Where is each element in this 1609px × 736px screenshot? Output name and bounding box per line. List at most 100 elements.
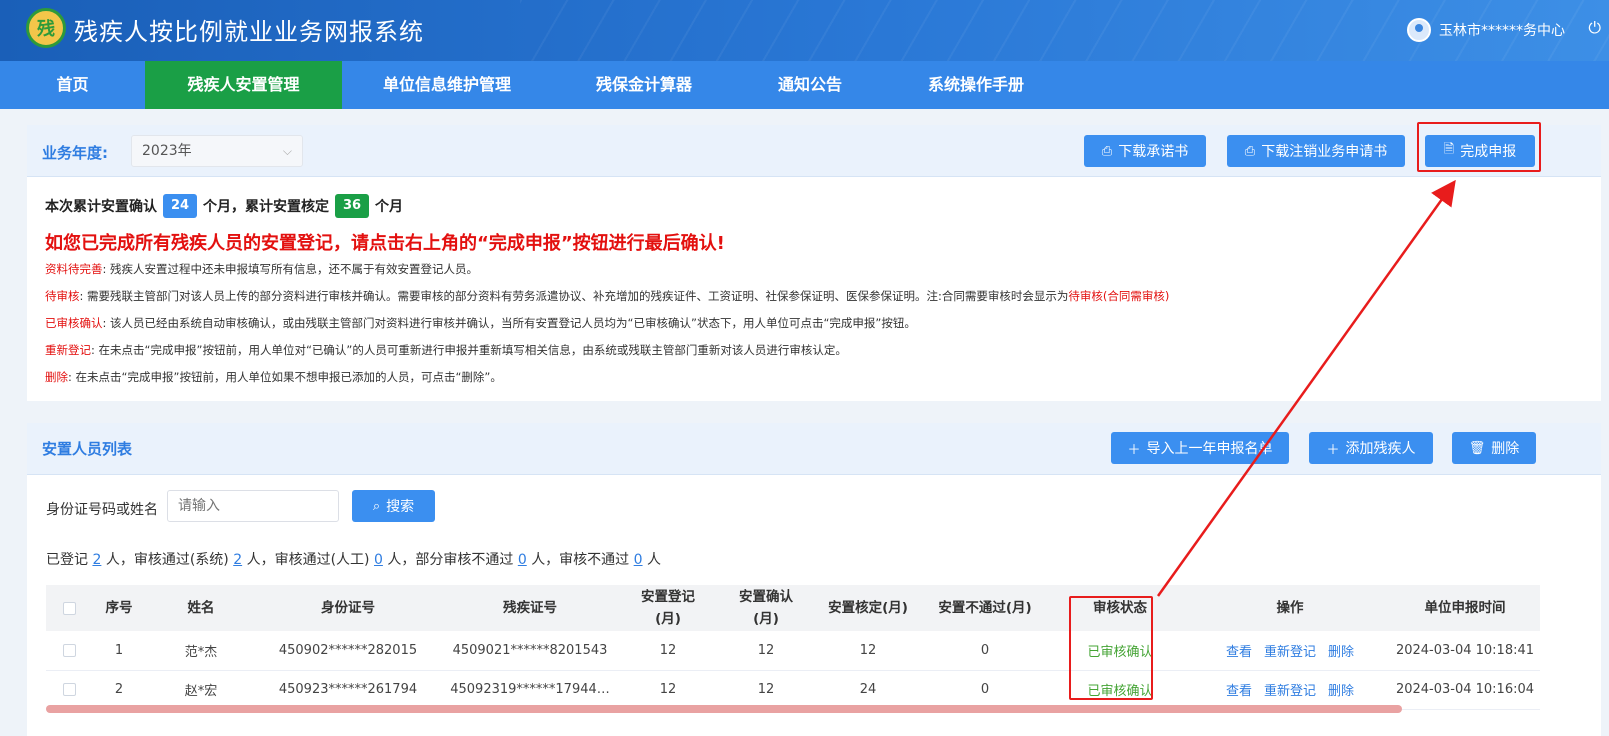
verified-months-badge: 36 (335, 194, 369, 218)
power-icon[interactable]: ⏻ (1588, 18, 1601, 38)
nav-placement-management[interactable]: 残疾人安置管理 (145, 61, 342, 109)
download-promise-button[interactable]: ⎙ 下载承诺书 (1084, 135, 1206, 167)
note-tag: 资料待完善 (45, 262, 103, 276)
confirm-months-badge: 24 (163, 194, 197, 218)
horizontal-scrollbar[interactable] (46, 705, 1402, 713)
app-header: 残 残疾人按比例就业业务网报系统 (0, 0, 1609, 61)
user-avatar-icon (1407, 18, 1431, 42)
note-tag: 删除 (45, 370, 68, 384)
stats-text: 已登记 (46, 552, 88, 568)
col-id: 身份证号 (321, 600, 375, 616)
delete-button[interactable]: 🗑 删除 (1452, 432, 1536, 464)
stats-passed-system-count[interactable]: 2 (233, 552, 242, 568)
stats-passed-manual-count[interactable]: 0 (374, 552, 383, 568)
note-reregister: 重新登记: 在未点击“完成申报”按钮前，用人单位对“已确认”的人员可重新进行申报… (45, 340, 1583, 361)
table-header-row: 序号 姓名 身份证号 残疾证号 安置登记 (月) 安置确认 (月) 安置核定(月… (46, 585, 1540, 631)
view-link[interactable]: 查看 (1226, 684, 1252, 699)
reregister-link[interactable]: 重新登记 (1264, 684, 1316, 699)
cell-verify: 24 (859, 682, 877, 697)
year-value: 2023年 (142, 143, 192, 159)
col-status: 审核状态 (1093, 600, 1147, 616)
stats-partial-failed-count[interactable]: 0 (518, 552, 527, 568)
row-checkbox[interactable] (62, 643, 76, 657)
printer-icon: ⎙ (1101, 143, 1113, 159)
year-select[interactable]: 2023年 ⌵ (131, 135, 303, 167)
table-row: 1 范*杰 450902******282015 4509021******82… (46, 631, 1540, 670)
cell-seq: 1 (114, 642, 124, 658)
cell-disability-id: 4509021******8201543 (452, 642, 608, 658)
note-text: : 需要残联主管部门对该人员上传的部分资料进行审核并确认。需要审核的部分资料有劳… (79, 289, 1069, 303)
cell-status: 已审核确认 (1087, 644, 1153, 660)
view-link[interactable]: 查看 (1226, 645, 1252, 660)
main-nav: 首页 残疾人安置管理 单位信息维护管理 残保金计算器 通知公告 系统操作手册 (0, 61, 1609, 109)
cell-reg: 12 (659, 682, 677, 697)
cell-ops: 查看 重新登记 删除 (1190, 670, 1390, 709)
nav-manual[interactable]: 系统操作手册 (884, 61, 1068, 109)
info-section: 本次累计安置确认 24 个月，累计安置核定 36 个月 如您已完成所有残疾人员的… (27, 177, 1601, 388)
list-title: 安置人员列表 (42, 440, 133, 458)
search-button-label: 搜索 (386, 499, 415, 515)
delete-link[interactable]: 删除 (1328, 645, 1354, 660)
stats-failed-count[interactable]: 0 (634, 552, 643, 568)
user-menu[interactable]: 玉林市******务中心 (1407, 18, 1565, 42)
cell-confirm: 12 (757, 642, 775, 658)
stats-registered-count[interactable]: 2 (92, 552, 101, 568)
col-reg: 安置登记 (月) (641, 589, 695, 627)
download-promise-label: 下载承诺书 (1118, 144, 1189, 160)
note-text: : 在未点击“完成申报”按钮前，用人单位对“已确认”的人员可重新进行申报并重新填… (91, 343, 847, 357)
note-tag: 已审核确认 (45, 316, 103, 330)
complete-submission-button[interactable]: 🗎 完成申报 (1425, 135, 1535, 167)
nav-calculator[interactable]: 残保金计算器 (552, 61, 736, 109)
nav-unit-info[interactable]: 单位信息维护管理 (342, 61, 552, 109)
cell-id: 450902******282015 (278, 642, 418, 658)
placement-list-panel: 安置人员列表 ＋ 导入上一年申报名单 ＋ 添加残疾人 🗑 删除 身份证号码或姓名… (27, 423, 1601, 736)
business-panel: 业务年度: 2023年 ⌵ ⎙ 下载承诺书 ⎙ 下载注销业务申请书 🗎 完成申报… (27, 125, 1601, 401)
row-checkbox[interactable] (62, 683, 76, 696)
col-name: 姓名 (187, 600, 215, 616)
summary-mid: 个月，累计安置核定 (203, 199, 329, 215)
search-label: 身份证号码或姓名 (46, 502, 158, 518)
stats-text: 人，部分审核不通过 (387, 552, 514, 568)
system-title: 残疾人按比例就业业务网报系统 (74, 18, 424, 46)
nav-home[interactable]: 首页 (0, 61, 145, 109)
cell-name: 范*杰 (184, 644, 218, 660)
user-name: 玉林市******务中心 (1439, 23, 1565, 39)
cell-status: 已审核确认 (1087, 684, 1153, 699)
download-cancel-label: 下载注销业务申请书 (1261, 144, 1388, 160)
placement-summary: 本次累计安置确认 24 个月，累计安置核定 36 个月 (45, 193, 1583, 219)
note-incomplete: 资料待完善: 残疾人安置过程中还未申报填写所有信息，还不属于有效安置登记人员。 (45, 259, 1583, 280)
add-disabled-person-button[interactable]: ＋ 添加残疾人 (1309, 432, 1433, 464)
search-button[interactable]: ⌕ 搜索 (352, 490, 435, 522)
note-tag: 重新登记 (45, 343, 91, 357)
cell-time: 2024-03-04 10:18:41 (1395, 642, 1535, 658)
select-all-checkbox[interactable] (62, 601, 76, 615)
cell-fail: 0 (980, 642, 990, 658)
nav-notices[interactable]: 通知公告 (736, 61, 884, 109)
year-label: 业务年度: (42, 144, 108, 162)
printer-icon: ⎙ (1244, 143, 1256, 159)
cell-seq: 2 (114, 682, 124, 697)
stats-text: 人，审核通过(系统) (105, 552, 229, 568)
note-pending: 待审核: 需要残联主管部门对该人员上传的部分资料进行审核并确认。需要审核的部分资… (45, 286, 1583, 307)
summary-prefix: 本次累计安置确认 (45, 199, 157, 215)
logo: 残 (26, 8, 66, 48)
completion-warning: 如您已完成所有残疾人员的安置登记，请点击右上角的“完成申报”按钮进行最后确认! (45, 233, 725, 254)
search-input[interactable] (167, 490, 339, 522)
list-panel-header: 安置人员列表 ＋ 导入上一年申报名单 ＋ 添加残疾人 🗑 删除 (27, 423, 1601, 475)
reregister-link[interactable]: 重新登记 (1264, 645, 1316, 660)
cell-ops: 查看 重新登记 删除 (1190, 631, 1390, 670)
note-text: : 在未点击“完成申报”按钮前，用人单位如果不想申报已添加的人员，可点击“删除”… (68, 370, 502, 384)
select-all-cell[interactable] (46, 585, 92, 631)
delete-label: 删除 (1491, 441, 1520, 457)
stats-text: 人，审核通过(人工) (246, 552, 370, 568)
add-label: 添加残疾人 (1345, 441, 1416, 457)
stats-text: 人 (647, 552, 662, 568)
document-icon: 🗎 (1443, 142, 1455, 157)
download-cancel-button[interactable]: ⎙ 下载注销业务申请书 (1227, 135, 1405, 167)
cell-name: 赵*宏 (184, 684, 218, 699)
import-last-year-button[interactable]: ＋ 导入上一年申报名单 (1111, 432, 1289, 464)
note-tail: 待审核(合同需审核) (1068, 289, 1170, 303)
delete-link[interactable]: 删除 (1328, 684, 1354, 699)
cell-time: 2024-03-04 10:16:04 (1395, 682, 1535, 697)
table-row: 2 赵*宏 450923******261794 45092319******1… (46, 670, 1540, 709)
